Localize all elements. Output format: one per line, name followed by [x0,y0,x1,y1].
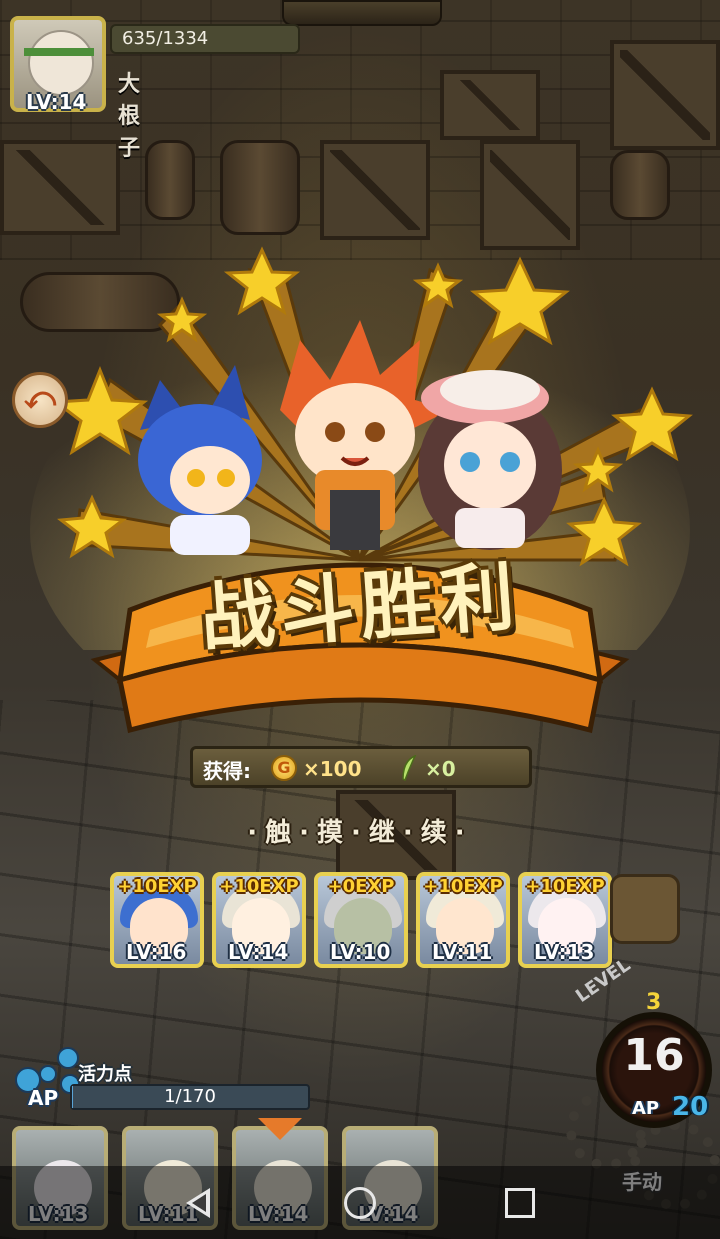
card-level: LV:11 [432,940,493,964]
barrel [610,150,670,220]
return-icon[interactable]: ⤺ [12,372,68,428]
exp-card: +10EXP LV:11 [416,872,510,968]
reward-bar: 获得: G ×100 ×0 [190,746,532,788]
player-name: 大根子 [118,72,141,161]
barrel [220,140,300,235]
back-icon-inner [192,1194,206,1212]
crate [440,70,540,140]
exp-gain: +10EXP [423,876,503,897]
exp-card: +0EXP LV:10 [314,872,408,968]
player-exp: 635/1334 [110,24,300,54]
recent-apps-icon[interactable] [505,1188,535,1218]
exp-card: +10EXP LV:13 [518,872,612,968]
top-banner [282,0,442,26]
crate [320,140,430,240]
card-level: LV:10 [330,940,391,964]
level-dial: LEVEL 3 16 AP 20 [572,955,712,1140]
card-level: LV:13 [534,940,595,964]
dial-level-number: 3 [646,990,662,1015]
exp-card: +10EXP LV:16 [110,872,204,968]
reward-label: 获得: [203,759,251,783]
coin-icon: G [271,755,297,781]
card-level: LV:14 [228,940,289,964]
ap-label: 活力点 [78,1064,132,1085]
feather-icon [402,755,417,781]
exp-card: +10EXP LV:14 [212,872,306,968]
blue-catgirl [138,365,262,555]
gold-amount: ×100 [303,757,362,781]
selected-pointer [258,1118,302,1140]
ap-value: 1/170 [164,1086,216,1107]
dial-count: 16 [623,1030,685,1081]
dial-ap-tag: AP [632,1098,660,1119]
crate [610,40,720,150]
barrel [145,140,195,220]
card-level: LV:16 [126,940,187,964]
orange-hair-boy [280,320,450,550]
brown-hair-girl [418,370,562,550]
tap-to-continue[interactable]: ·触·摸·继·续· [0,812,720,849]
crate [0,140,120,235]
feather-amount: ×0 [425,757,456,781]
avatar-face [28,30,94,96]
log-prop [610,874,680,944]
exp-gain: +10EXP [525,876,605,897]
avatar-headband [24,48,94,56]
ap-bar: 1/170 [70,1084,310,1110]
avatar[interactable]: LV:14 [10,16,106,114]
exp-gain: +10EXP [219,876,299,897]
dial-ap-value: 20 [672,1092,709,1122]
home-icon[interactable] [344,1187,376,1219]
player-level: LV:14 [26,90,87,114]
ap-tag: AP [28,1086,59,1110]
exp-gain: +0EXP [327,876,395,897]
exp-gain: +10EXP [117,876,197,897]
battle-scene[interactable]: 战斗胜利 获得: G ×100 ×0 ·触·摸·继·续· +10EXP LV:16… [0,0,720,1239]
